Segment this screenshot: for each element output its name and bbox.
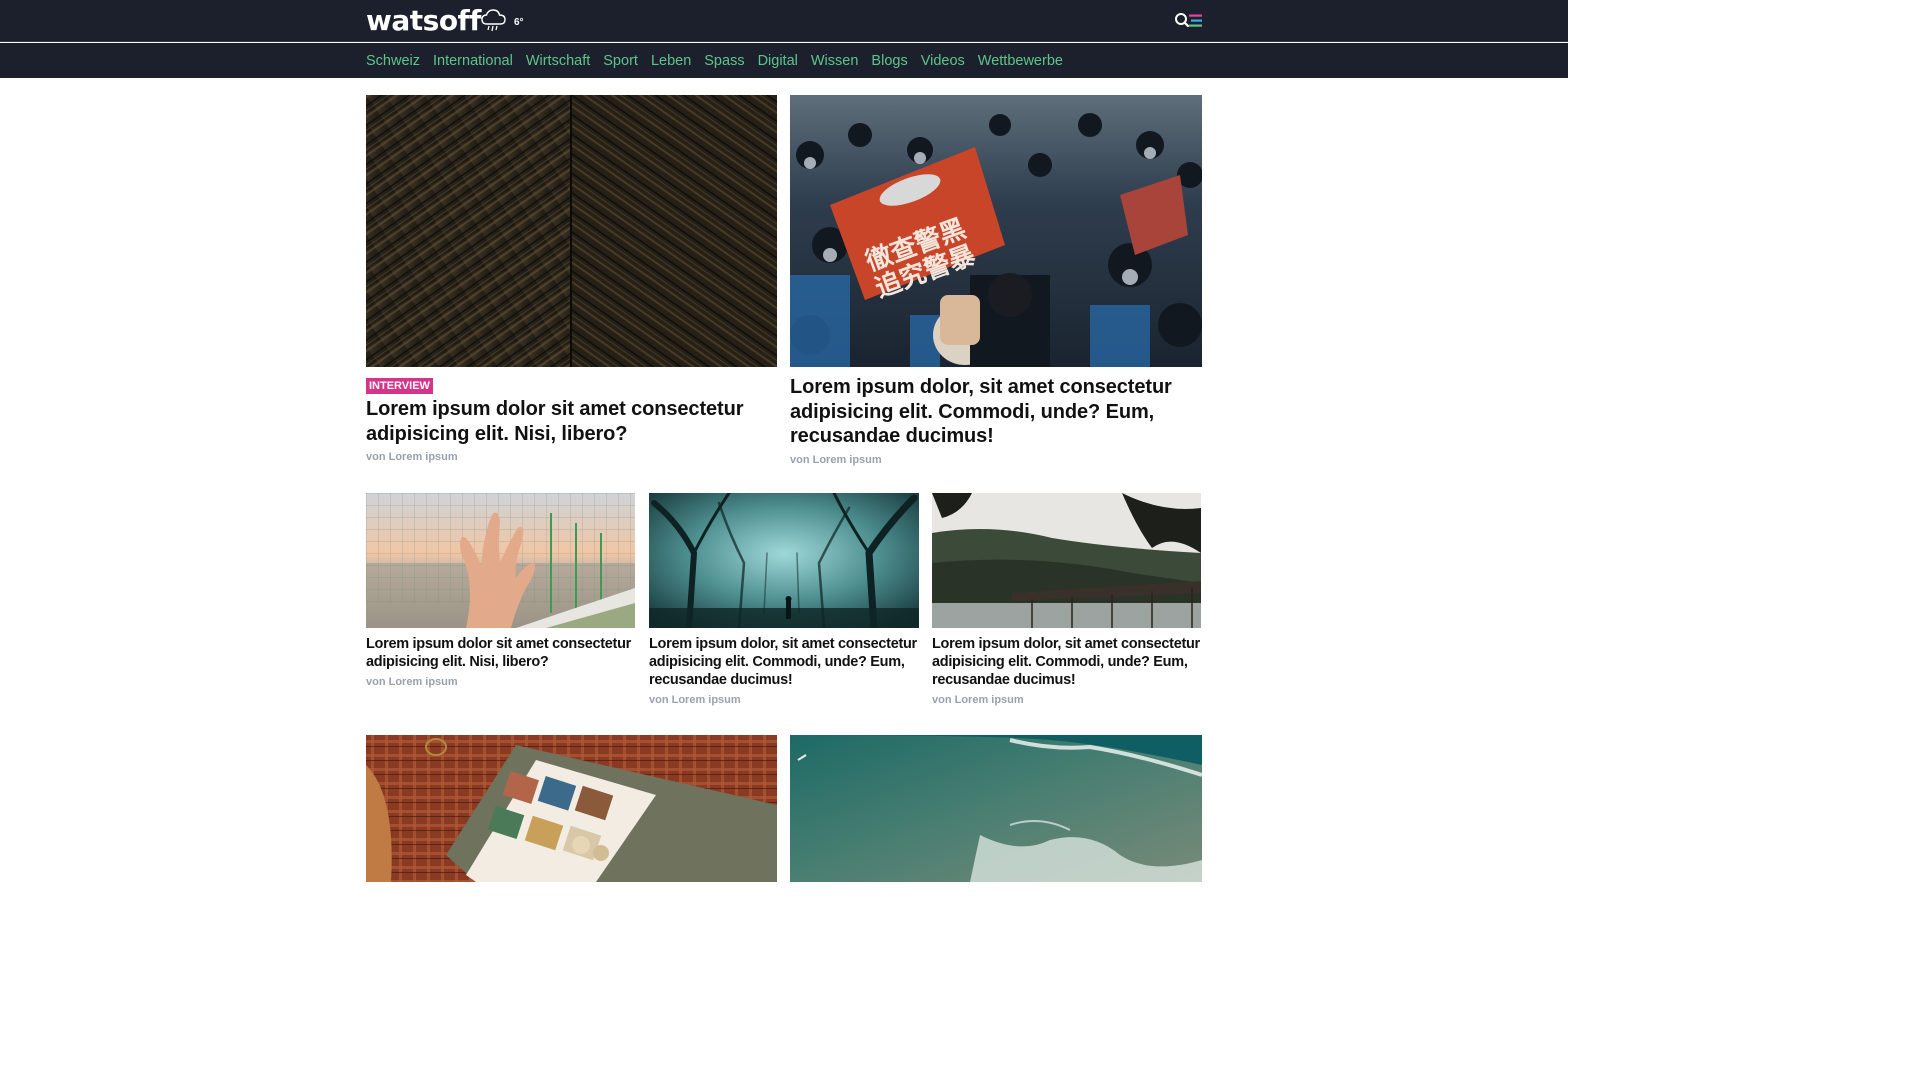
nav-item-videos[interactable]: Videos [921, 52, 965, 70]
search-menu-button[interactable] [1174, 11, 1204, 31]
site-logo[interactable]: watsoff [366, 4, 481, 38]
article-title[interactable]: Lorem ipsum dolor sit amet consectetur a… [366, 397, 777, 446]
rain-cloud-icon [480, 7, 508, 38]
protest-crowd-photo[interactable]: 徹查警黑 追究警暴 [790, 95, 1202, 367]
wood-planks-photo[interactable] [366, 95, 777, 367]
interview-tag: INTERVIEW [366, 378, 433, 394]
article-title[interactable]: Lorem ipsum dolor, sit amet consectetur … [649, 635, 919, 689]
nav-item-leben[interactable]: Leben [651, 52, 691, 70]
article-title[interactable]: Lorem ipsum dolor, sit amet consectetur … [932, 635, 1201, 689]
nav-item-spass[interactable]: Spass [704, 52, 744, 70]
nav-item-sport[interactable]: Sport [603, 52, 638, 70]
article-card[interactable]: 徹查警黑 追究警暴 Lorem ipsum dolor, sit amet co… [790, 95, 1202, 466]
article-card[interactable] [366, 735, 777, 882]
article-title[interactable]: Lorem ipsum dolor sit amet consectetur a… [366, 635, 635, 671]
weather-temperature: 6° [514, 17, 524, 28]
article-byline: von Lorem ipsum [366, 676, 458, 688]
nav-item-wirtschaft[interactable]: Wirtschaft [526, 52, 590, 70]
nav-item-blogs[interactable]: Blogs [871, 52, 907, 70]
category-nav: Schweiz International Wirtschaft Sport L… [366, 52, 1063, 70]
article-title[interactable]: Lorem ipsum dolor, sit amet consectetur … [790, 375, 1202, 449]
article-card[interactable] [790, 735, 1202, 882]
weather-widget[interactable]: 6° [480, 7, 524, 38]
bridge-forest-photo[interactable] [932, 493, 1201, 628]
magazine-tablecloth-photo[interactable] [366, 735, 777, 882]
article-card[interactable]: Lorem ipsum dolor, sit amet consectetur … [932, 493, 1201, 706]
article-byline: von Lorem ipsum [649, 694, 741, 706]
hand-fence-sea-photo[interactable] [366, 493, 635, 628]
nav-item-digital[interactable]: Digital [758, 52, 798, 70]
nav-item-international[interactable]: International [433, 52, 513, 70]
article-byline: von Lorem ipsum [932, 694, 1024, 706]
search-menu-icon [1175, 13, 1202, 28]
article-byline: von Lorem ipsum [790, 453, 882, 466]
foggy-forest-photo[interactable] [649, 493, 919, 628]
ocean-waves-aerial-photo[interactable] [790, 735, 1202, 882]
article-card[interactable]: Lorem ipsum dolor, sit amet consectetur … [649, 493, 919, 706]
nav-item-schweiz[interactable]: Schweiz [366, 52, 420, 70]
top-header: watsoff 6° [0, 0, 1568, 42]
article-card[interactable]: Lorem ipsum dolor sit amet consectetur a… [366, 493, 635, 688]
article-card[interactable]: INTERVIEW Lorem ipsum dolor sit amet con… [366, 95, 777, 463]
nav-item-wissen[interactable]: Wissen [811, 52, 859, 70]
article-byline: von Lorem ipsum [366, 451, 458, 463]
nav-item-wettbewerbe[interactable]: Wettbewerbe [978, 52, 1063, 70]
